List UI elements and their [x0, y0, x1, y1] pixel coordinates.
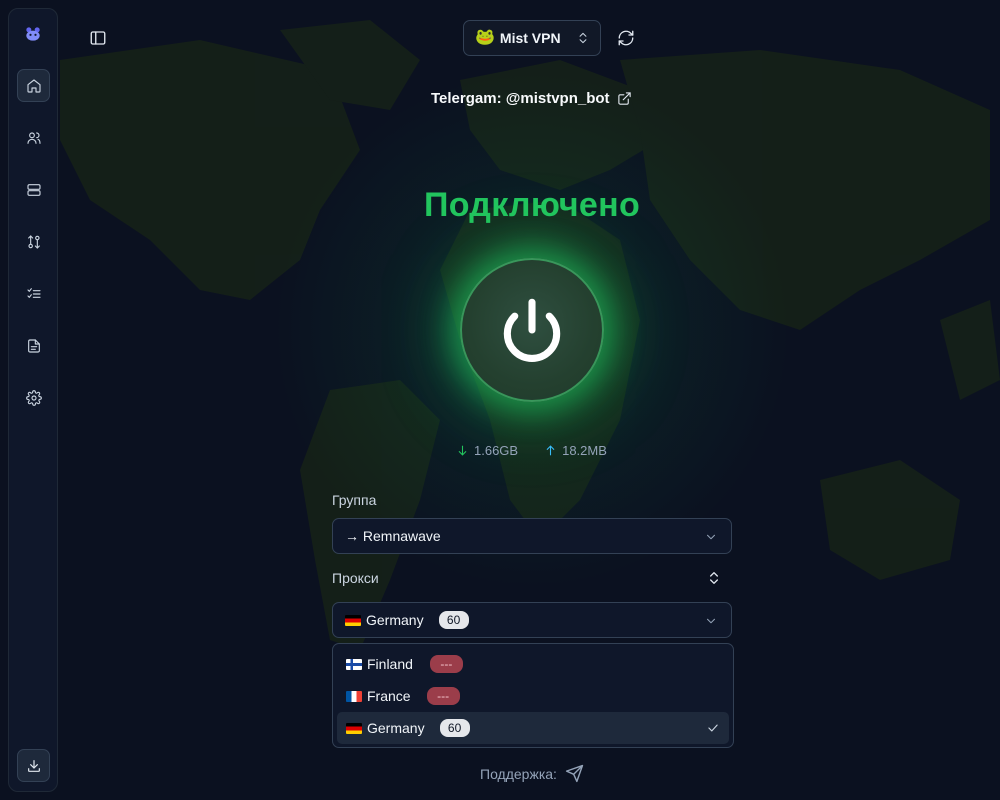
users-icon: [26, 131, 41, 144]
frog-icon: 🐸: [475, 29, 495, 46]
sort-proxies-button[interactable]: [706, 570, 722, 586]
proxy-dropdown: Finland --- France --- Germany 60: [332, 643, 734, 748]
proxy-option-name: Finland: [367, 656, 413, 672]
panel-left-icon: [90, 31, 106, 45]
flag-germany-icon: [345, 614, 361, 626]
upload-value: 18.2MB: [562, 443, 607, 458]
power-icon: [503, 298, 561, 362]
proxy-select[interactable]: Germany 60: [332, 602, 732, 638]
send-icon: [565, 764, 584, 783]
arrow-down-icon: [458, 445, 467, 456]
support-link[interactable]: Поддержка:: [480, 764, 584, 783]
sidebar-item-users[interactable]: [17, 121, 50, 154]
arrow-up-icon: [546, 445, 555, 456]
telegram-link[interactable]: Telergam: @mistvpn_bot: [431, 88, 632, 108]
proxy-option-france[interactable]: France ---: [337, 680, 729, 712]
chevron-down-icon: [706, 534, 716, 540]
group-value: → Remnawave: [345, 528, 441, 544]
toggle-sidebar-button[interactable]: [89, 29, 107, 47]
proxy-option-delay: ---: [429, 655, 463, 673]
group-select[interactable]: → Remnawave: [332, 518, 732, 554]
file-text-icon: [27, 338, 40, 353]
upload-stat: 18.2MB: [544, 443, 607, 458]
profile-name: Mist VPN: [499, 30, 561, 46]
sidebar-item-settings[interactable]: [17, 381, 50, 414]
power-button[interactable]: [460, 258, 604, 402]
flag-germany-icon: [346, 722, 362, 734]
proxy-selected-delay: 60: [438, 611, 469, 629]
download-value: 1.66GB: [474, 443, 519, 458]
sidebar-item-rules[interactable]: [17, 277, 50, 310]
download-icon: [27, 759, 40, 772]
sidebar: [8, 8, 58, 792]
sidebar-item-logs[interactable]: [17, 329, 50, 362]
refresh-button[interactable]: [617, 29, 637, 49]
refresh-icon: [618, 30, 634, 46]
list-checks-icon: [26, 287, 41, 298]
flag-france-icon: [346, 690, 362, 702]
download-stat: 1.66GB: [456, 443, 518, 458]
proxy-option-name: France: [367, 688, 411, 704]
flag-finland-icon: [346, 658, 362, 670]
proxy-option-germany[interactable]: Germany 60: [337, 712, 729, 744]
profile-selector[interactable]: 🐸 Mist VPN: [463, 20, 601, 56]
route-icon: [27, 234, 40, 249]
sidebar-item-home[interactable]: [17, 69, 50, 102]
group-label: Группа: [332, 492, 377, 508]
proxy-selected-name: Germany: [366, 612, 424, 628]
telegram-link-text: Telergam: @mistvpn_bot: [431, 89, 610, 107]
proxy-label: Прокси: [332, 570, 379, 586]
chevrons-up-down-icon: [579, 32, 587, 44]
chevron-down-icon: [706, 618, 716, 624]
proxy-option-finland[interactable]: Finland ---: [337, 648, 729, 680]
external-link-icon: [617, 91, 631, 105]
traffic-stats: 1.66GB 18.2MB: [456, 443, 607, 458]
check-icon: [708, 724, 718, 732]
chevrons-up-down-icon: [710, 572, 718, 584]
settings-icon: [25, 389, 42, 406]
sidebar-download-button[interactable]: [17, 749, 50, 782]
home-icon: [26, 78, 41, 93]
sidebar-item-routes[interactable]: [17, 225, 50, 258]
proxy-option-name: Germany: [367, 720, 425, 736]
proxy-option-delay: ---: [426, 687, 460, 705]
proxy-option-delay: 60: [439, 719, 470, 737]
connection-status: Подключено: [423, 186, 641, 224]
support-label: Поддержка:: [480, 765, 557, 782]
app-logo-icon: [22, 23, 44, 45]
